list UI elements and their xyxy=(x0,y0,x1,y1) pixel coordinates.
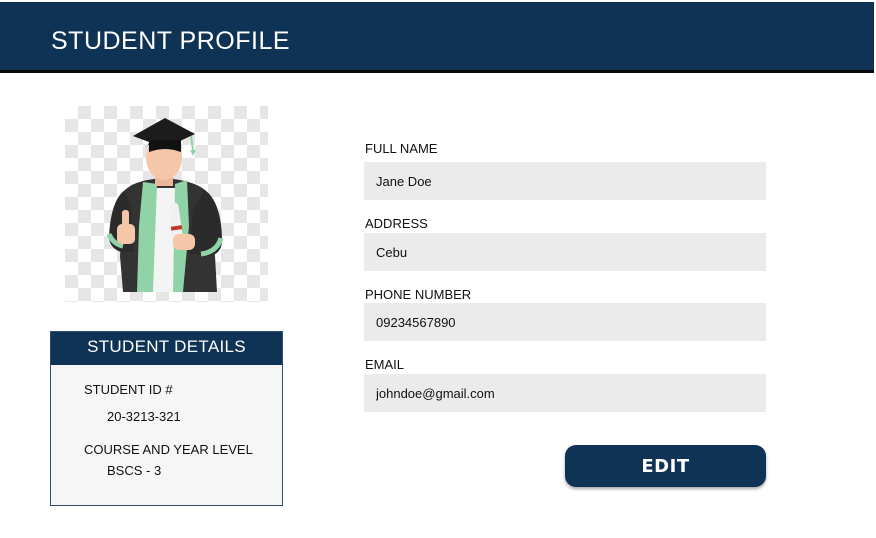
graduate-avatar-icon xyxy=(106,118,224,292)
phone-number-field[interactable] xyxy=(364,303,766,341)
profile-photo xyxy=(65,106,268,302)
email-label: EMAIL xyxy=(365,357,405,372)
address-label: ADDRESS xyxy=(365,216,428,231)
full-name-label: FULL NAME xyxy=(365,141,438,156)
student-details-heading: STUDENT DETAILS xyxy=(51,332,282,365)
student-id-value: 20-3213-321 xyxy=(107,409,181,424)
student-details-card: STUDENT DETAILS STUDENT ID # 20-3213-321… xyxy=(50,331,283,506)
phone-number-label: PHONE NUMBER xyxy=(365,287,472,302)
page-title: STUDENT PROFILE xyxy=(51,27,291,55)
email-field[interactable] xyxy=(364,374,766,412)
edit-button[interactable]: EDIT xyxy=(565,445,766,487)
student-id-label: STUDENT ID # xyxy=(84,382,173,397)
address-field[interactable] xyxy=(364,233,766,271)
course-year-label: COURSE AND YEAR LEVEL xyxy=(84,442,253,457)
page-header: STUDENT PROFILE xyxy=(0,2,874,73)
course-year-value: BSCS - 3 xyxy=(107,463,162,478)
full-name-field[interactable] xyxy=(364,162,766,200)
